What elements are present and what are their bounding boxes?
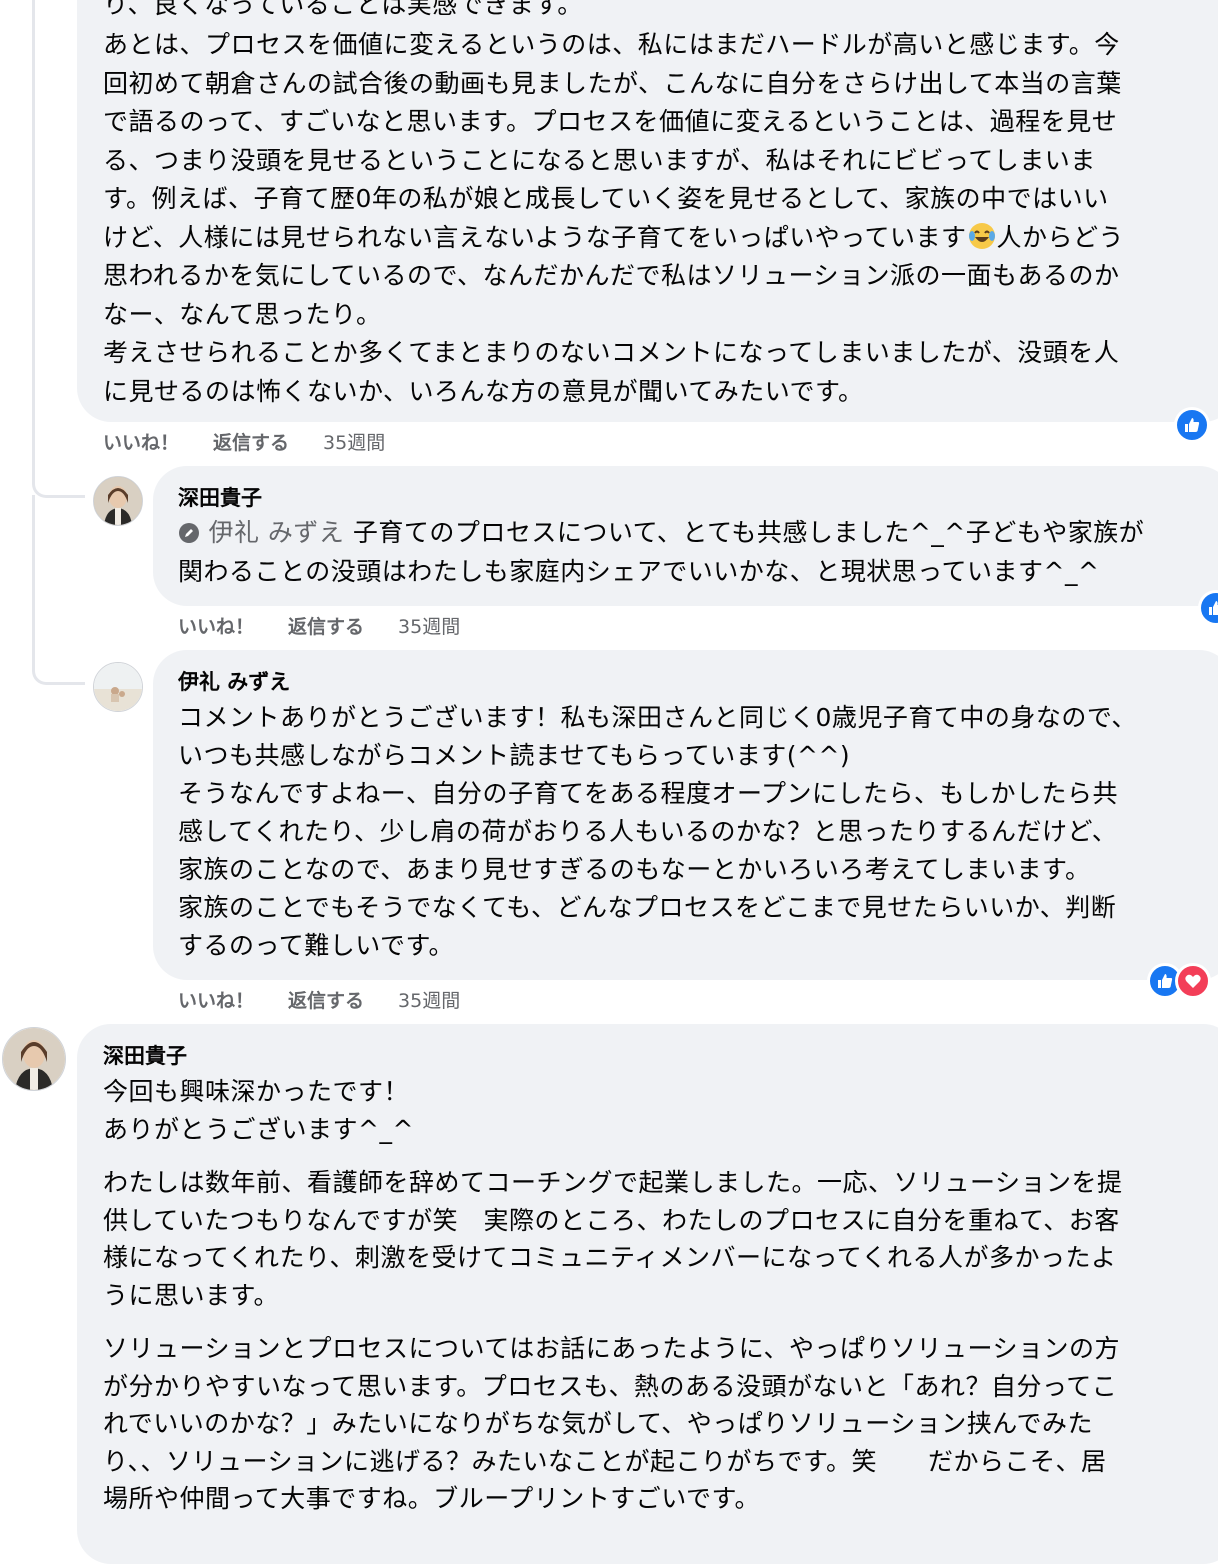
comment-line-with-emoji: けど、人様には見せられない言えないような子育てをいっぱいやっています 人からどう (103, 221, 1125, 252)
comment-line: ソリューションとプロセスについてはお話にあったように、やっぱりソリューションの方 (103, 1334, 1121, 1363)
comment-line: で語るのって、すごいなと思います。プロセスを価値に変えるということは、過程を見せ (103, 107, 1118, 136)
reply-line: そうなんですよねー、自分の子育てをある程度オープンにしたら、もしかしたら共 (178, 779, 1119, 808)
comment-actions: いいね！ 返信する 35週間 (103, 428, 385, 455)
avatar[interactable] (93, 662, 143, 712)
reply-line: するのって難しいです。 (178, 931, 455, 960)
comment-line: 様になってくれたり、刺激を受けてコミュニティメンバーになってくれる人が多かったよ (103, 1243, 1117, 1272)
reaction-badge[interactable] (1198, 590, 1218, 626)
reply-line: いつも共感しながらコメント読ませてもらっています(^^) (178, 741, 851, 770)
like-button[interactable]: いいね！ (178, 986, 254, 1013)
comment-line: なー、なんて思ったり。 (103, 299, 382, 329)
reply-line: コメントありがとうございます！私も深田さんと同じく0歳児子育て中の身なので、 (178, 703, 1137, 732)
reply-actions: いいね！ 返信する 35週間 (178, 612, 460, 639)
mention-tag[interactable]: 伊礼 みずえ (178, 518, 344, 547)
comment-line: 供していたつもりなんですが笑 実際のところ、わたしのプロセスに自分を重ねて、お客 (103, 1205, 1120, 1235)
avatar[interactable] (93, 476, 143, 526)
reaction-badge[interactable] (1174, 407, 1210, 443)
comment-line: 今回も興味深かったです！ (103, 1077, 410, 1106)
timestamp[interactable]: 35週間 (398, 612, 460, 639)
thread-connector (32, 495, 85, 685)
reply-actions: いいね！ 返信する 35週間 (178, 986, 460, 1013)
timestamp[interactable]: 35週間 (398, 986, 460, 1013)
reply-button[interactable]: 返信する (213, 428, 289, 455)
reply-line: 家族のことなので、あまり見せすぎるのもなーとかいろいろ考えてしまいます。 (178, 855, 1091, 884)
like-button[interactable]: いいね！ (103, 428, 179, 455)
comment-line: 回初めて朝倉さんの試合後の動画も見ましたが、こんなに自分をさらけ出して本当の言葉 (103, 68, 1122, 98)
reaction-badge[interactable] (1147, 963, 1211, 999)
reply-line: 関わることの没頭はわたしも家庭内シェアでいいかな、と現状思っています^_^ (178, 556, 1100, 586)
comment-line: に見せるのは怖くないか、いろんな方の意見が聞いてみたいです。 (103, 376, 864, 406)
comment-line: ありがとうございます^_^ (103, 1114, 414, 1144)
like-button[interactable]: いいね！ (178, 612, 254, 639)
reply-line: 家族のことでもそうでなくても、どんなプロセスをどこまで見せたらいいか、判断 (178, 893, 1117, 922)
comment-line: 思われるかを気にしているので、なんだかんだで私はソリューション派の一面もあるのか (103, 261, 1120, 290)
author-name[interactable]: 深田貴子 (103, 1043, 187, 1069)
author-name[interactable]: 深田貴子 (178, 485, 262, 511)
comment-line: あとは、プロセスを価値に変えるというのは、私にはまだハードルが高いと感じます。今 (103, 30, 1120, 59)
reply-body: コメントありがとうございます！私も深田さんと同じく0歳児子育て中の身なので、 い… (178, 699, 1137, 965)
reply-button[interactable]: 返信する (288, 986, 364, 1013)
author-name[interactable]: 伊礼 みずえ (178, 669, 290, 695)
comment-line: り、、ソリューションに逃げる？みたいなことが起こりがちです。笑 だからこそ、居 (103, 1446, 1107, 1476)
comment-line: れでいいのかな？」みたいになりがちな気がして、やっぱりソリューション挟んでみた (103, 1409, 1094, 1438)
comment-line: す。例えば、子育て歴0年の私が娘と成長していく姿を見せるとして、家族の中ではいい (103, 184, 1109, 213)
reply-button[interactable]: 返信する (288, 612, 364, 639)
comment-line: うに思います。 (103, 1280, 280, 1310)
laughing-tears-emoji (967, 221, 997, 251)
comment-line: 場所や仲間って大事ですね。ブループリントすごいです。 (103, 1484, 761, 1513)
like-reaction-icon (1198, 590, 1218, 626)
avatar[interactable] (2, 1027, 66, 1091)
pencil-icon (179, 523, 199, 543)
like-reaction-icon (1174, 407, 1210, 443)
reply-line: 感してくれたり、少し肩の荷がおりる人もいるのかな？と思ったりするんだけど、 (178, 817, 1118, 846)
reply-body: 伊礼 みずえ 子育てのプロセスについて、とても共感しました^_^子どもや家族が … (178, 514, 1144, 591)
comment-line: 考えさせられることか多くてまとまりのないコメントになってしまいましたが、没頭を人 (103, 338, 1120, 367)
timestamp[interactable]: 35週間 (323, 428, 385, 455)
love-reaction-icon (1175, 963, 1211, 999)
comment-body: あとは、プロセスを価値に変えるというのは、私にはまだハードルが高いと感じます。今… (103, 26, 1124, 411)
comment-body: 今回も興味深かったです！ ありがとうございます^_^ わたしは数年前、看護師を辞… (103, 1073, 1123, 1518)
comment-line: が分かりやすいなって思います。プロセスも、熱のある没頭がないと「あれ？自分ってこ (103, 1371, 1118, 1401)
comment-line: る、つまり没頭を見せるということになると思いますが、私はそれにビビってしまいま (103, 145, 1096, 175)
comment-line: わたしは数年前、看護師を辞めてコーチングで起業しました。一応、ソリューションを提 (103, 1168, 1123, 1197)
reply-line-with-mention: 伊礼 みずえ 子育てのプロセスについて、とても共感しました^_^子どもや家族が (178, 514, 1144, 553)
comment-text-line: り、良くなっていることは実感できます。 (103, 0, 583, 19)
